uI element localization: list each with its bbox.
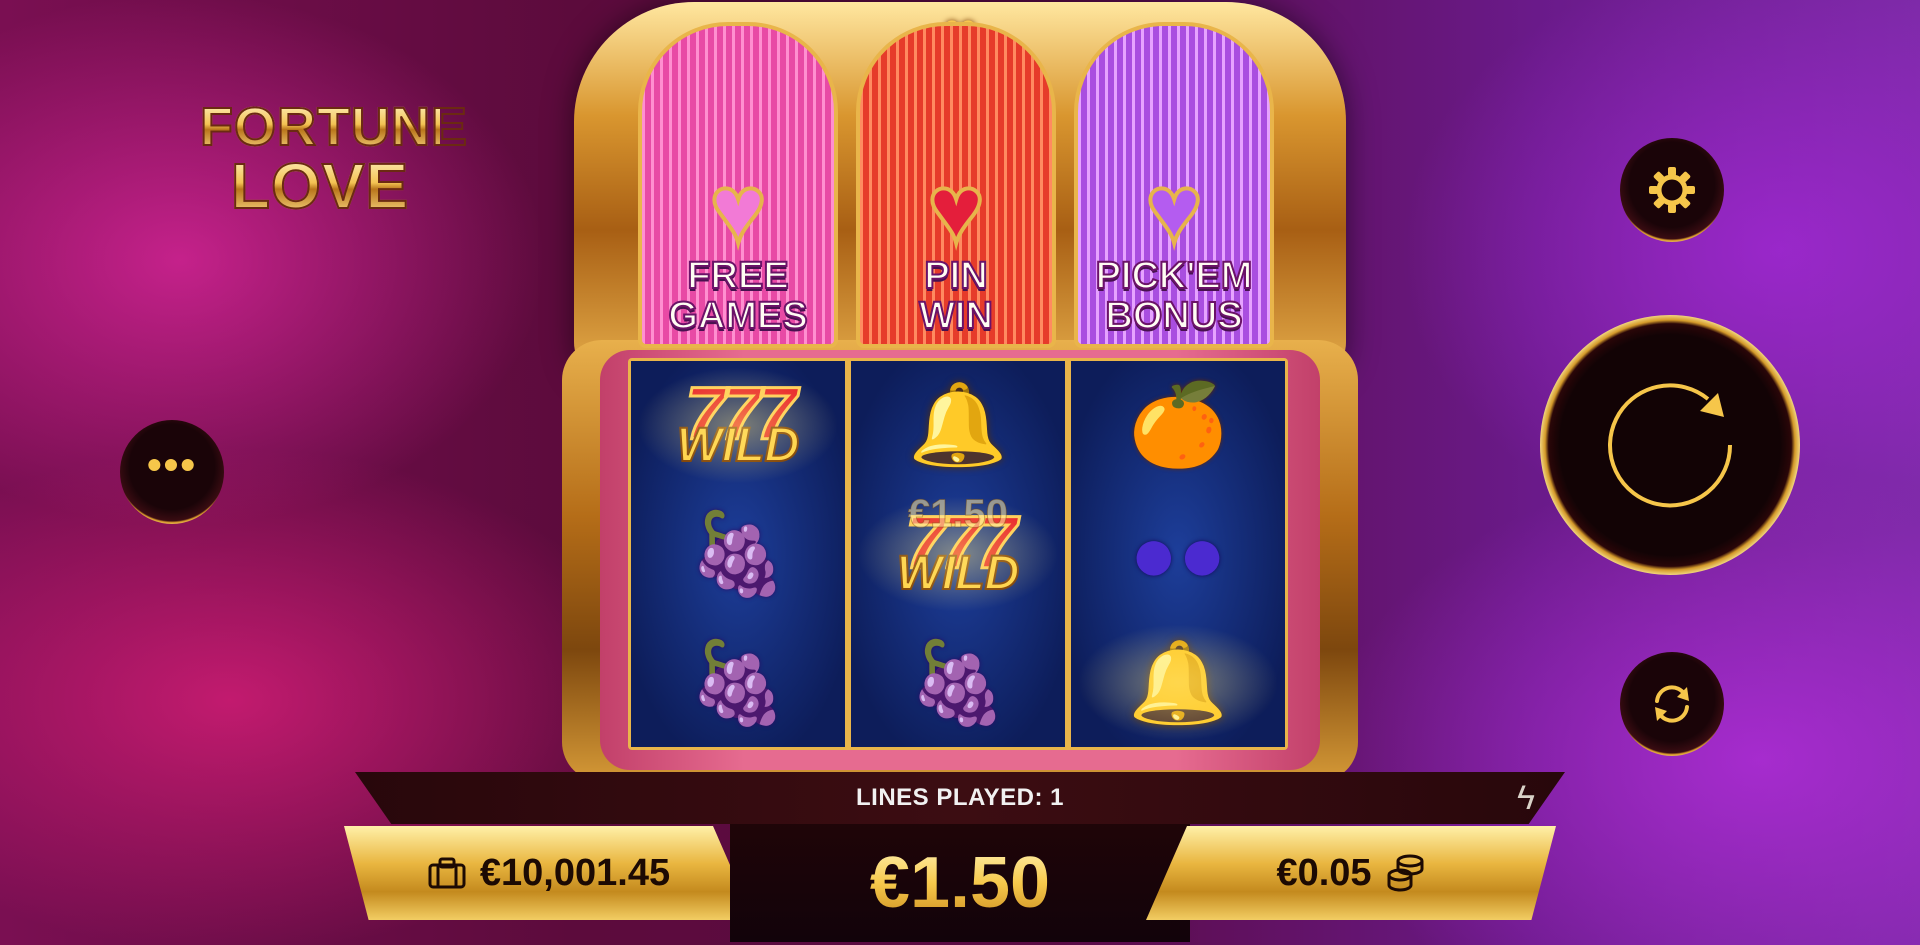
reel-cell: 🍇 xyxy=(631,490,845,619)
coin-value: €0.05 xyxy=(1276,851,1372,894)
bells-icon: 🔔 xyxy=(1128,637,1228,727)
bet-display[interactable]: €1.50 xyxy=(730,824,1190,942)
bonus-panel-pin-win: ♥ PIN WIN xyxy=(856,22,1056,348)
briefcase-icon xyxy=(428,857,466,889)
reel-cell: €1.50 777 WILD xyxy=(851,490,1065,619)
reel-2: 🔔 €1.50 777 WILD 🍇 xyxy=(851,361,1065,747)
gear-icon xyxy=(1649,167,1695,213)
bonus-label: PIN WIN xyxy=(918,255,994,337)
wild-label: WILD xyxy=(676,418,801,472)
bet-value: €1.50 xyxy=(869,843,1051,923)
autoplay-icon xyxy=(1655,685,1689,723)
bonus-label-line-1: PICK'EM xyxy=(1095,255,1254,297)
bonus-panel-pickem-bonus: ♥ PICK'EM BONUS xyxy=(1074,22,1274,348)
pink-heart-gem-icon: ♥ xyxy=(708,156,769,263)
menu-button[interactable]: ••• xyxy=(120,420,224,524)
reel-cell: 🍊 xyxy=(1071,361,1285,490)
lightning-bolt-icon[interactable]: ϟ xyxy=(1510,777,1542,819)
reel-3: 🍊 ●● 🔔 xyxy=(1071,361,1285,747)
bells-icon: 🔔 xyxy=(908,380,1008,470)
reel-grid: 777 WILD 🍇 🍇 🔔 €1.50 777 WILD 🍇 🍊 ●● 🔔 xyxy=(628,358,1288,750)
reel-1: 777 WILD 🍇 🍇 xyxy=(631,361,845,747)
logo-line-1: FORTUNE xyxy=(199,97,468,157)
bonus-panel-free-games: ♥ FREE GAMES xyxy=(638,22,838,348)
logo-line-2: LOVE xyxy=(200,153,440,219)
plums-icon: ●● xyxy=(1129,509,1227,598)
more-dots-icon: ••• xyxy=(146,441,198,488)
reel-cell: 🔔 xyxy=(851,361,1065,490)
lines-played-text: LINES PLAYED: 1 xyxy=(856,784,1064,811)
settings-button[interactable] xyxy=(1620,138,1724,242)
balance-display: €10,001.45 xyxy=(344,826,754,920)
oranges-icon: 🍊 xyxy=(1128,380,1228,470)
violet-heart-gem-icon: ♥ xyxy=(1144,156,1205,263)
spin-button[interactable] xyxy=(1540,315,1800,575)
red-heart-gem-icon: ♥ xyxy=(926,156,987,263)
autoplay-button[interactable] xyxy=(1620,652,1724,756)
reel-cell: 🍇 xyxy=(631,618,845,747)
grapes-icon: 🍇 xyxy=(908,637,1008,727)
bonus-label-line-1: PIN xyxy=(923,255,988,297)
wild-label: WILD xyxy=(896,547,1021,601)
reel-cell: ●● xyxy=(1071,490,1285,619)
coin-stack-icon xyxy=(1387,854,1424,892)
bonus-label-line-1: FREE xyxy=(686,255,789,297)
balance-value: €10,001.45 xyxy=(479,851,671,894)
spin-icon xyxy=(1608,383,1733,508)
bonus-label-line-2: GAMES xyxy=(667,295,808,337)
game-logo: FORTUNE LOVE xyxy=(199,97,468,219)
coin-value-selector[interactable]: €0.05 xyxy=(1146,826,1556,920)
grapes-icon: 🍇 xyxy=(688,637,788,727)
bonus-label: PICK'EM BONUS xyxy=(1095,255,1254,337)
bonus-label-line-2: WIN xyxy=(918,295,994,337)
reel-cell: 777 WILD xyxy=(631,361,845,490)
seven-wild-symbol: 777 WILD xyxy=(676,372,801,472)
reel-cell: 🔔 xyxy=(1071,618,1285,747)
grapes-icon: 🍇 xyxy=(688,509,788,598)
bonus-label: FREE GAMES xyxy=(667,255,808,337)
win-amount-overlay: €1.50 xyxy=(907,491,1009,536)
bonus-label-line-2: BONUS xyxy=(1104,295,1243,337)
reel-cell: 🍇 xyxy=(851,618,1065,747)
